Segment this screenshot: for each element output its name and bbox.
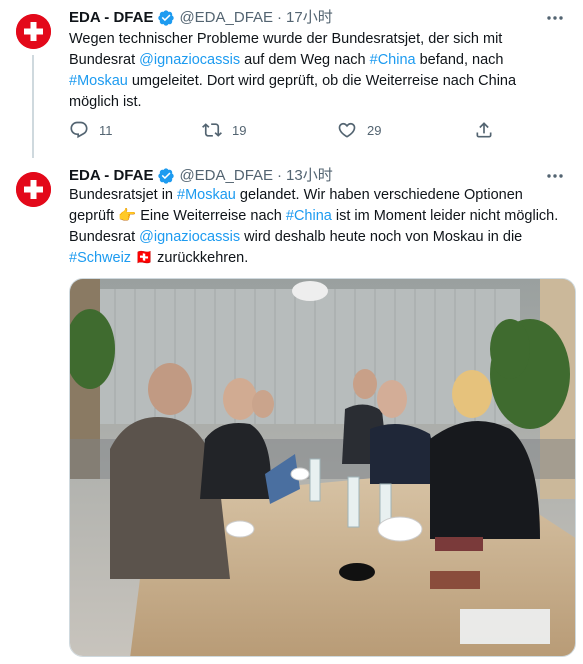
tweet-link[interactable]: @ignaziocassis [139, 52, 240, 68]
tweet-text-segment: Bundesratsjet in [69, 187, 178, 203]
tweet-header: EDA - DFAE @EDA_DFAE · 13小时 [69, 166, 333, 186]
separator-dot: · [277, 9, 283, 26]
author-name[interactable]: EDA - DFAE [69, 8, 153, 28]
like-icon [338, 122, 356, 138]
like-count: 29 [367, 122, 382, 138]
swiss-flag-icon [16, 14, 51, 49]
reply-button[interactable]: 11 [69, 120, 113, 140]
timestamp[interactable]: 13小时 [286, 166, 333, 186]
tweet-photo[interactable] [69, 278, 576, 657]
retweet-button[interactable]: 19 [202, 120, 246, 140]
more-options-icon[interactable] [545, 10, 565, 26]
thread-line [32, 55, 34, 158]
reply-count: 11 [99, 122, 113, 138]
tweet-link[interactable]: #China [370, 52, 416, 68]
retweet-icon [202, 123, 222, 137]
timestamp[interactable]: 17小时 [286, 8, 333, 28]
retweet-count: 19 [232, 122, 247, 138]
author-handle[interactable]: @EDA_DFAE [179, 8, 273, 28]
more-options-icon[interactable] [545, 168, 565, 184]
tweet-1[interactable]: EDA - DFAE @EDA_DFAE · 17小时 Wegen techni… [0, 0, 583, 158]
share-button[interactable] [474, 120, 494, 140]
tweet-link[interactable]: #Schweiz [69, 250, 131, 266]
tweet-link[interactable]: #China [286, 208, 332, 224]
tweet-2[interactable]: EDA - DFAE @EDA_DFAE · 13小时 Bundesratsje… [0, 158, 583, 664]
swiss-flag-icon [16, 172, 51, 207]
tweet-text-segment: 🇨🇭 zurückkehren. [131, 250, 249, 266]
avatar[interactable] [16, 14, 51, 49]
tweet-text: Wegen technischer Probleme wurde der Bun… [69, 29, 559, 113]
tweet-header: EDA - DFAE @EDA_DFAE · 17小时 [69, 8, 333, 28]
separator-dot: · [277, 167, 283, 184]
tweet-text: Bundesratsjet in #Moskau gelandet. Wir h… [69, 185, 559, 269]
tweet-text-segment: befand, nach [415, 52, 504, 68]
share-icon [476, 122, 492, 138]
like-button[interactable]: 29 [337, 120, 381, 140]
tweet-link[interactable]: #Moskau [177, 187, 236, 203]
action-bar: 11 19 29 [69, 120, 509, 144]
avatar[interactable] [16, 172, 51, 207]
tweet-link[interactable]: @ignaziocassis [139, 229, 240, 245]
tweet-text-segment: umgeleitet. Dort wird geprüft, ob die We… [69, 73, 517, 110]
tweet-text-segment: auf dem Weg nach [240, 52, 370, 68]
verified-badge-icon [157, 167, 175, 185]
verified-badge-icon [157, 9, 175, 27]
tweet-link[interactable]: #Moskau [69, 73, 128, 89]
meeting-room-photo [70, 279, 575, 656]
author-name[interactable]: EDA - DFAE [69, 166, 153, 186]
tweet-text-segment: wird deshalb heute noch von Moskau in di… [240, 229, 523, 245]
author-handle[interactable]: @EDA_DFAE [179, 166, 273, 186]
reply-icon [70, 121, 88, 139]
